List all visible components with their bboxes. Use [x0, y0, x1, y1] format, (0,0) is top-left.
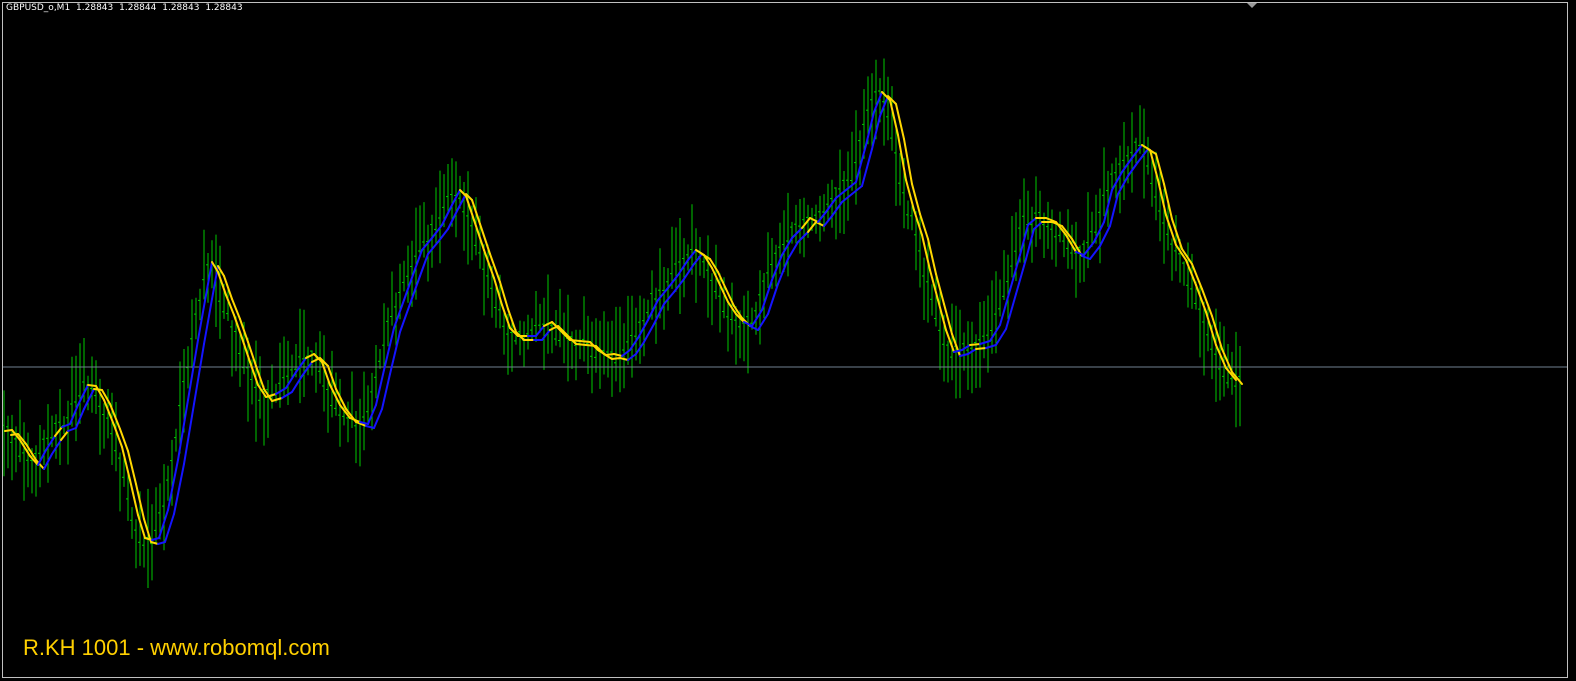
close-price: 1.28843 — [205, 3, 243, 13]
high-price: 1.28844 — [119, 3, 157, 13]
symbol-name: GBPUSD_o,M1 — [6, 3, 71, 13]
open-price: 1.28843 — [76, 3, 114, 13]
low-price: 1.28843 — [162, 3, 200, 13]
watermark-text: R.KH 1001 - www.robomql.com — [23, 635, 330, 660]
chart-shift-marker-icon[interactable] — [1247, 3, 1257, 8]
chart-frame — [2, 2, 1568, 678]
symbol-header: GBPUSD_o,M1 1.28843 1.28844 1.28843 1.28… — [6, 3, 246, 14]
chart-window[interactable]: GBPUSD_o,M1 1.28843 1.28844 1.28843 1.28… — [0, 0, 1576, 681]
